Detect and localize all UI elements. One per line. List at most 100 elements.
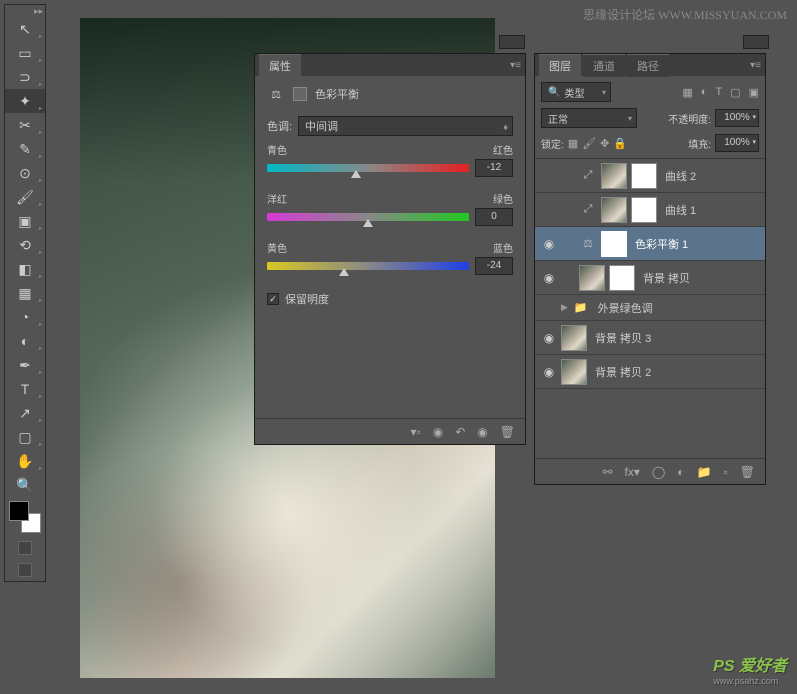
panel-dock-handle[interactable] [743,35,769,49]
layer-row[interactable]: ◉ 背景 拷贝 [535,261,765,295]
lock-all-icon[interactable]: 🔒 [613,137,627,150]
eraser-tool[interactable]: ◧▸ [5,257,45,281]
cyan-red-value[interactable]: -12 [475,159,513,177]
layer-name[interactable]: 背景 拷贝 [643,270,690,286]
yellow-blue-value[interactable]: -24 [475,257,513,275]
visibility-icon[interactable]: ◉ [477,425,487,439]
mask-thumb[interactable] [601,231,627,257]
magenta-green-value[interactable]: 0 [475,208,513,226]
layer-name[interactable]: 曲线 2 [665,168,696,184]
lock-position-icon[interactable]: ✥ [600,137,609,150]
group-icon[interactable]: 📁 [697,465,712,479]
layer-name[interactable]: 色彩平衡 1 [635,236,688,252]
layer-row[interactable]: ◉ ⚖ 色彩平衡 1 [535,227,765,261]
new-layer-icon[interactable]: ▫ [724,465,728,479]
layer-thumb[interactable] [561,359,587,385]
layer-row[interactable]: ⤢ 曲线 1 [535,193,765,227]
layer-row[interactable]: ⤢ 曲线 2 [535,159,765,193]
preserve-luminosity-checkbox[interactable]: ✓ [267,293,279,305]
opacity-input[interactable]: 100% [715,109,759,127]
delete-icon[interactable]: 🗑 [740,465,755,479]
panel-header[interactable]: 图层 通道 路径 ▾≡ [535,54,765,76]
filter-type-icon[interactable]: T [715,86,722,99]
blur-tool[interactable]: ◔▸ [5,305,45,329]
path-tool[interactable]: ↗▸ [5,401,45,425]
tab-layers[interactable]: 图层 [539,54,581,77]
pen-tool[interactable]: ✒▸ [5,353,45,377]
layer-name[interactable]: 外景绿色调 [598,300,653,316]
foreground-color[interactable] [9,501,29,521]
fill-label: 填充: [688,136,711,151]
type-tool[interactable]: T▸ [5,377,45,401]
visibility-toggle[interactable]: ◉ [539,365,559,379]
stamp-tool[interactable]: ▣▸ [5,209,45,233]
magenta-green-slider[interactable] [267,213,469,221]
blendmode-dropdown[interactable]: 正常 [541,108,637,128]
layer-row[interactable]: ◉ 背景 拷贝 2 [535,355,765,389]
wand-tool[interactable]: ✦▸ [5,89,45,113]
layer-group-row[interactable]: ▶ 📁 外景绿色调 [535,295,765,321]
dodge-tool[interactable]: ◐▸ [5,329,45,353]
fx-icon[interactable]: fx▾ [625,465,640,479]
filter-shape-icon[interactable]: ▢ [730,86,740,99]
clip-icon[interactable]: ▾▫ [410,425,420,439]
reset-icon[interactable]: ↶ [455,425,465,439]
filter-pixel-icon[interactable]: ▦ [682,86,692,99]
panel-header[interactable]: 属性 ▾≡ [255,54,525,76]
screenmode-toggle[interactable] [18,563,32,577]
color-swatches[interactable] [5,497,45,537]
filter-dropdown[interactable]: 🔍 类型 [541,82,611,102]
lock-pixels-icon[interactable]: 🖌 [582,137,596,150]
hand-tool[interactable]: ✋▸ [5,449,45,473]
delete-icon[interactable]: 🗑 [500,425,515,439]
gradient-tool[interactable]: ▦▸ [5,281,45,305]
mask-thumb[interactable] [609,265,635,291]
layer-thumb[interactable] [579,265,605,291]
layer-name[interactable]: 背景 拷贝 2 [595,364,651,380]
lock-transparent-icon[interactable]: ▦ [568,137,578,150]
toolbar-collapse[interactable]: ▸▸ [5,5,45,17]
layer-row[interactable]: ◉ 背景 拷贝 3 [535,321,765,355]
layer-thumb[interactable] [561,325,587,351]
expand-icon[interactable]: ▶ [561,302,568,313]
panel-menu-icon[interactable]: ▾≡ [750,60,761,71]
tone-dropdown[interactable]: 中间调 [298,116,513,136]
panel-menu-icon[interactable]: ▾≡ [510,60,521,71]
tab-properties[interactable]: 属性 [259,54,301,77]
layer-name[interactable]: 曲线 1 [665,202,696,218]
quickmask-toggle[interactable] [18,541,32,555]
yellow-blue-slider[interactable] [267,262,469,270]
shape-tool[interactable]: ▢▸ [5,425,45,449]
layer-thumb[interactable] [601,163,627,189]
link-icon[interactable]: ⚯ [602,465,612,479]
heal-tool[interactable]: ⊙▸ [5,161,45,185]
filter-smart-icon[interactable]: ▣ [749,86,759,99]
fill-input[interactable]: 100% [715,134,759,152]
view-previous-icon[interactable]: ◉ [433,425,443,439]
visibility-toggle[interactable]: ◉ [539,331,559,345]
lasso-tool[interactable]: ⊃▸ [5,65,45,89]
layer-thumb[interactable] [601,197,627,223]
mask-thumb[interactable] [631,197,657,223]
tab-paths[interactable]: 路径 [627,54,669,77]
marquee-tool[interactable]: ▭▸ [5,41,45,65]
mask-thumb[interactable] [631,163,657,189]
visibility-toggle[interactable]: ◉ [539,271,559,285]
cyan-red-slider[interactable] [267,164,469,172]
tab-channels[interactable]: 通道 [583,54,625,77]
mask-icon[interactable]: ◯ [652,465,665,479]
move-tool[interactable]: ↖▸ [5,17,45,41]
slider-left-label: 青色 [267,142,287,157]
layers-panel: 图层 通道 路径 ▾≡ 🔍 类型 ▦ ◐ T ▢ ▣ 正常 不透明度: 100%… [534,53,766,485]
history-brush-tool[interactable]: ⟲▸ [5,233,45,257]
zoom-tool[interactable]: 🔍 [5,473,45,497]
panel-dock-handle[interactable] [499,35,525,49]
brush-tool[interactable]: 🖌▸ [5,185,45,209]
adjustment-icon[interactable]: ◐ [677,465,684,479]
filter-adjust-icon[interactable]: ◐ [701,86,708,99]
visibility-toggle[interactable]: ◉ [539,237,559,251]
crop-tool[interactable]: ✂▸ [5,113,45,137]
eyedropper-tool[interactable]: ✎▸ [5,137,45,161]
layer-name[interactable]: 背景 拷贝 3 [595,330,651,346]
slider-left-label: 黄色 [267,240,287,255]
